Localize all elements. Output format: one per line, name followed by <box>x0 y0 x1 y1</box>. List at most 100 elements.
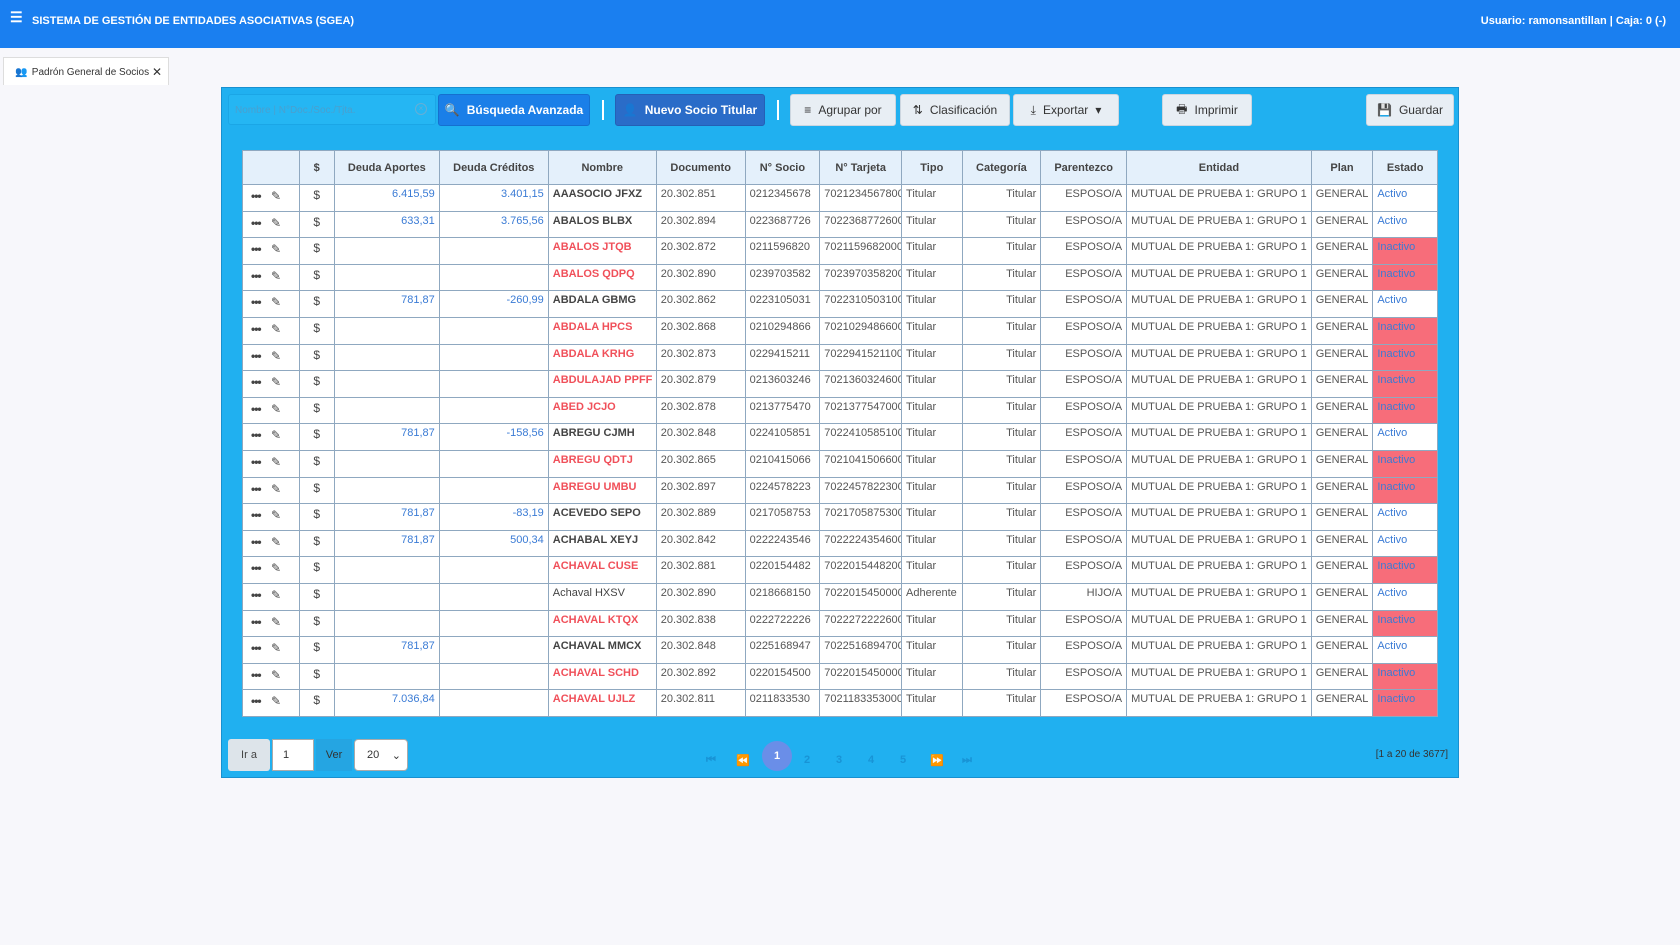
money-icon[interactable]: $ <box>313 401 320 415</box>
money-icon[interactable]: $ <box>313 321 320 335</box>
table-row[interactable]: ••• ✎ $ Achaval HXSV 20.302.890 0218668150 702… <box>242 582 1438 611</box>
edit-icon[interactable]: ✎ <box>271 561 281 575</box>
column-header[interactable]: Documento <box>655 150 746 185</box>
edit-icon[interactable]: ✎ <box>271 668 281 682</box>
money-icon[interactable]: $ <box>313 534 320 548</box>
more-icon[interactable]: ••• <box>251 189 271 203</box>
more-icon[interactable]: ••• <box>251 694 271 708</box>
more-icon[interactable]: ••• <box>251 668 271 682</box>
more-icon[interactable]: ••• <box>251 269 271 283</box>
table-row[interactable]: ••• ✎ $ ABALOS JTQB 20.302.872 0211596820 7021… <box>242 237 1438 265</box>
edit-icon[interactable]: ✎ <box>271 375 281 389</box>
more-icon[interactable]: ••• <box>251 349 271 363</box>
edit-icon[interactable]: ✎ <box>271 508 281 522</box>
edit-icon[interactable]: ✎ <box>271 428 281 442</box>
save-button[interactable]: 💾 Guardar <box>1366 94 1454 126</box>
table-row[interactable]: ••• ✎ $633,31 3.765,56 ABALOS BLBX 20.302.894… <box>242 210 1438 239</box>
edit-icon[interactable]: ✎ <box>271 455 281 469</box>
more-icon[interactable]: ••• <box>251 535 271 549</box>
edit-icon[interactable]: ✎ <box>271 242 281 256</box>
table-row[interactable]: ••• ✎ $781,87 ACHAVAL MMCX 20.302.848 0225168… <box>242 636 1438 664</box>
table-row[interactable]: ••• ✎ $ ABREGU QDTJ 20.302.865 0210415066 7021… <box>242 449 1438 478</box>
column-header[interactable]: Plan <box>1310 150 1374 185</box>
page-4-button[interactable]: 4 <box>868 754 874 766</box>
page-5-button[interactable]: 5 <box>900 754 906 766</box>
first-page-icon[interactable]: ⏮ <box>706 754 716 767</box>
more-icon[interactable]: ••• <box>251 402 271 416</box>
clear-icon[interactable]: × <box>415 103 427 115</box>
edit-icon[interactable]: ✎ <box>271 295 281 309</box>
table-row[interactable]: ••• ✎ $781,87 -158,56 ABREGU CJMH 20.302.848 0… <box>242 423 1438 451</box>
more-icon[interactable]: ••• <box>251 242 271 256</box>
table-row[interactable]: ••• ✎ $7.036,84 ACHAVAL UJLZ 20.302.811 02118… <box>242 689 1438 717</box>
more-icon[interactable]: ••• <box>251 641 271 655</box>
money-icon[interactable]: $ <box>313 507 320 521</box>
money-icon[interactable]: $ <box>313 215 320 229</box>
edit-icon[interactable]: ✎ <box>271 615 281 629</box>
page-3-button[interactable]: 3 <box>836 754 842 766</box>
table-row[interactable]: ••• ✎ $ ABED JCJO 20.302.878 0213775470 702137… <box>242 396 1438 425</box>
edit-icon[interactable]: ✎ <box>271 402 281 416</box>
hamburger-icon[interactable]: ☰ <box>10 9 23 26</box>
money-icon[interactable]: $ <box>313 640 320 654</box>
edit-icon[interactable]: ✎ <box>271 269 281 283</box>
classification-button[interactable]: ⇅ Clasificación <box>900 94 1010 126</box>
column-header[interactable]: Deuda Aportes <box>333 150 440 185</box>
money-icon[interactable]: $ <box>313 294 320 308</box>
search-input[interactable] <box>235 102 415 118</box>
more-icon[interactable]: ••• <box>251 561 271 575</box>
more-icon[interactable]: ••• <box>251 295 271 309</box>
money-icon[interactable]: $ <box>313 427 320 441</box>
table-row[interactable]: ••• ✎ $781,87 -83,19 ACEVEDO SEPO 20.302.889 0… <box>242 503 1438 531</box>
more-icon[interactable]: ••• <box>251 508 271 522</box>
column-header[interactable]: $ <box>298 150 335 185</box>
money-icon[interactable]: $ <box>313 348 320 362</box>
page-2-button[interactable]: 2 <box>804 754 810 766</box>
edit-icon[interactable]: ✎ <box>271 694 281 708</box>
money-icon[interactable]: $ <box>313 481 320 495</box>
prev-page-icon[interactable]: ⏪ <box>736 754 750 767</box>
next-page-icon[interactable]: ⏩ <box>930 754 944 767</box>
page-1-button[interactable]: 1 <box>762 741 792 771</box>
money-icon[interactable]: $ <box>313 693 320 707</box>
edit-icon[interactable]: ✎ <box>271 535 281 549</box>
table-row[interactable]: ••• ✎ $ ACHAVAL CUSE 20.302.881 0220154482 702… <box>242 556 1438 584</box>
money-icon[interactable]: $ <box>313 374 320 388</box>
money-icon[interactable]: $ <box>313 268 320 282</box>
group-by-button[interactable]: ≡ Agrupar por <box>790 94 896 126</box>
column-header[interactable]: Tipo <box>901 150 963 185</box>
column-header[interactable]: Categoría <box>961 150 1042 185</box>
table-row[interactable]: ••• ✎ $ ABDULAJAD PPFF 20.302.879 0213603246 7… <box>242 370 1438 398</box>
more-icon[interactable]: ••• <box>251 482 271 496</box>
column-header[interactable]: Deuda Créditos <box>438 150 549 185</box>
edit-icon[interactable]: ✎ <box>271 482 281 496</box>
table-row[interactable]: ••• ✎ $ ABDALA KRHG 20.302.873 0229415211 7022… <box>242 343 1438 372</box>
more-icon[interactable]: ••• <box>251 588 271 602</box>
table-row[interactable]: ••• ✎ $6.415,59 3.401,15 AAASOCIO JFXZ 20.302… <box>242 184 1438 212</box>
more-icon[interactable]: ••• <box>251 216 271 230</box>
more-icon[interactable]: ••• <box>251 322 271 336</box>
money-icon[interactable]: $ <box>313 241 320 255</box>
table-row[interactable]: ••• ✎ $ ABDALA HPCS 20.302.868 0210294866 7021… <box>242 316 1438 345</box>
column-header[interactable]: N° Socio <box>744 150 821 185</box>
edit-icon[interactable]: ✎ <box>271 216 281 230</box>
edit-icon[interactable]: ✎ <box>271 322 281 336</box>
page-size-select[interactable]: 20 ⌄ <box>354 739 408 771</box>
advanced-search-button[interactable]: 🔍 Búsqueda Avanzada <box>438 94 590 126</box>
column-header[interactable]: Estado <box>1372 150 1438 185</box>
close-icon[interactable]: ✕ <box>152 65 162 79</box>
more-icon[interactable]: ••• <box>251 615 271 629</box>
edit-icon[interactable]: ✎ <box>271 588 281 602</box>
export-button[interactable]: ⤓ Exportar ▾ <box>1013 94 1119 126</box>
column-header[interactable]: Entidad <box>1126 150 1312 185</box>
new-member-button[interactable]: 👤 Nuevo Socio Titular <box>615 94 765 126</box>
column-header[interactable]: N° Tarjeta <box>819 150 903 185</box>
column-header[interactable]: Nombre <box>547 150 657 185</box>
column-header[interactable] <box>242 150 300 185</box>
money-icon[interactable]: $ <box>313 667 320 681</box>
table-row[interactable]: ••• ✎ $781,87 500,34 ACHABAL XEYJ 20.302.842 0… <box>242 529 1438 558</box>
table-row[interactable]: ••• ✎ $ ACHAVAL SCHD 20.302.892 0220154500 702… <box>242 662 1438 691</box>
print-button[interactable]: 🖶 Imprimir <box>1162 94 1252 126</box>
last-page-icon[interactable]: ⏭ <box>962 754 972 767</box>
table-row[interactable]: ••• ✎ $781,87 -260,99 ABDALA GBMG 20.302.862 0… <box>242 290 1438 318</box>
